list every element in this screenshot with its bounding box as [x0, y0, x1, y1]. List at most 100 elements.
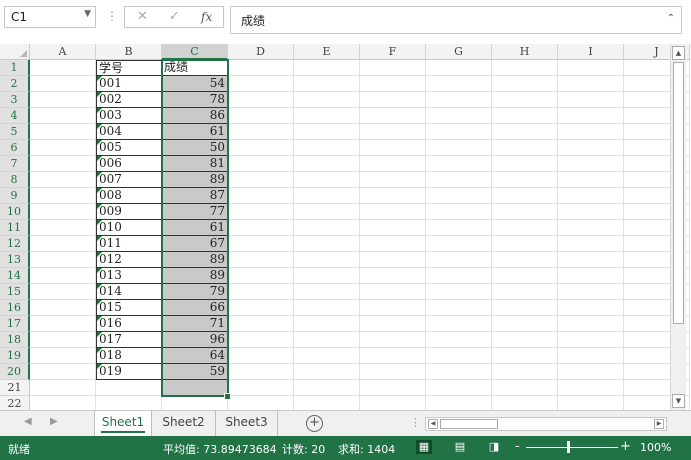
cancel-icon[interactable]: ✕ [137, 9, 148, 24]
zoom-slider-thumb[interactable] [567, 441, 570, 453]
vertical-scrollbar[interactable]: ▲ ▼ [670, 44, 686, 410]
cell[interactable] [492, 268, 558, 284]
cell[interactable] [558, 300, 624, 316]
cell-score[interactable]: 50 [162, 140, 228, 156]
cell[interactable] [492, 188, 558, 204]
cell[interactable] [360, 124, 426, 140]
cell[interactable] [558, 236, 624, 252]
cell[interactable] [426, 60, 492, 76]
row-header-11[interactable]: 11 [0, 220, 30, 236]
zoom-level[interactable]: 100% [640, 441, 671, 454]
name-box[interactable]: C1 ▼ [4, 6, 96, 28]
cell-score[interactable]: 78 [162, 92, 228, 108]
cell-student-id[interactable]: 002 [96, 92, 162, 108]
cell-student-id[interactable]: 008 [96, 188, 162, 204]
cell[interactable] [228, 172, 294, 188]
cell[interactable] [360, 172, 426, 188]
cell[interactable] [228, 188, 294, 204]
cell-student-id[interactable]: 013 [96, 268, 162, 284]
cell[interactable] [492, 364, 558, 380]
cell[interactable] [30, 364, 96, 380]
cell[interactable] [492, 220, 558, 236]
cell-score[interactable]: 89 [162, 252, 228, 268]
cell[interactable] [492, 348, 558, 364]
cell-score[interactable]: 89 [162, 172, 228, 188]
cell[interactable] [228, 380, 294, 396]
cell[interactable] [30, 60, 96, 76]
cell[interactable] [360, 140, 426, 156]
cell[interactable] [228, 204, 294, 220]
cell[interactable] [228, 140, 294, 156]
cell[interactable] [228, 300, 294, 316]
cell[interactable] [30, 268, 96, 284]
cell[interactable] [558, 92, 624, 108]
cell[interactable] [492, 92, 558, 108]
cell[interactable] [30, 300, 96, 316]
cell[interactable] [558, 204, 624, 220]
cell[interactable] [294, 220, 360, 236]
cell[interactable] [558, 124, 624, 140]
cell[interactable] [360, 220, 426, 236]
drag-handle-icon[interactable]: ⋮ [106, 9, 118, 23]
tab-prev-icon[interactable]: ◀ [24, 416, 32, 427]
cell[interactable] [492, 236, 558, 252]
cell[interactable] [558, 156, 624, 172]
cell[interactable] [294, 156, 360, 172]
cell[interactable] [228, 60, 294, 76]
column-header-f[interactable]: F [360, 44, 426, 60]
column-header-e[interactable]: E [294, 44, 360, 60]
cell[interactable] [294, 92, 360, 108]
cell[interactable] [228, 268, 294, 284]
scroll-down-icon[interactable]: ▼ [672, 394, 685, 408]
cell[interactable] [558, 268, 624, 284]
tab-sheet1[interactable]: Sheet1 [94, 411, 152, 436]
cell[interactable] [426, 92, 492, 108]
cell-score[interactable]: 59 [162, 364, 228, 380]
cell[interactable] [228, 220, 294, 236]
cell-student-id[interactable]: 012 [96, 252, 162, 268]
cell[interactable] [360, 316, 426, 332]
cell[interactable] [228, 156, 294, 172]
cell[interactable] [294, 316, 360, 332]
row-header-17[interactable]: 17 [0, 316, 30, 332]
cell[interactable] [294, 252, 360, 268]
row-header-3[interactable]: 3 [0, 92, 30, 108]
cell[interactable] [96, 380, 162, 396]
cell[interactable] [30, 188, 96, 204]
row-header-6[interactable]: 6 [0, 140, 30, 156]
cell-student-id[interactable]: 005 [96, 140, 162, 156]
cell[interactable] [492, 140, 558, 156]
row-header-16[interactable]: 16 [0, 300, 30, 316]
cell[interactable] [294, 124, 360, 140]
row-header-13[interactable]: 13 [0, 252, 30, 268]
cell[interactable] [30, 236, 96, 252]
cell[interactable] [558, 76, 624, 92]
cell-student-id[interactable]: 015 [96, 300, 162, 316]
cell[interactable] [426, 172, 492, 188]
cell[interactable] [228, 108, 294, 124]
cell-score[interactable]: 64 [162, 348, 228, 364]
cell[interactable] [426, 348, 492, 364]
cell[interactable] [492, 316, 558, 332]
cell[interactable] [228, 76, 294, 92]
cell-score[interactable]: 61 [162, 220, 228, 236]
cell[interactable] [30, 124, 96, 140]
cell[interactable] [492, 156, 558, 172]
cell[interactable] [426, 332, 492, 348]
cell[interactable] [426, 300, 492, 316]
cell[interactable] [228, 252, 294, 268]
cell[interactable] [360, 300, 426, 316]
cell[interactable] [294, 380, 360, 396]
cell-score[interactable]: 77 [162, 204, 228, 220]
normal-view-icon[interactable]: ▦ [416, 440, 432, 454]
cell[interactable] [30, 156, 96, 172]
cell[interactable] [558, 220, 624, 236]
cell-student-id[interactable]: 016 [96, 316, 162, 332]
average-stat[interactable]: 平均值: 73.89473684 [163, 441, 277, 457]
cell[interactable] [360, 156, 426, 172]
cell[interactable] [228, 124, 294, 140]
cell[interactable] [492, 60, 558, 76]
cell[interactable] [360, 348, 426, 364]
cell[interactable] [360, 92, 426, 108]
cell[interactable] [30, 76, 96, 92]
